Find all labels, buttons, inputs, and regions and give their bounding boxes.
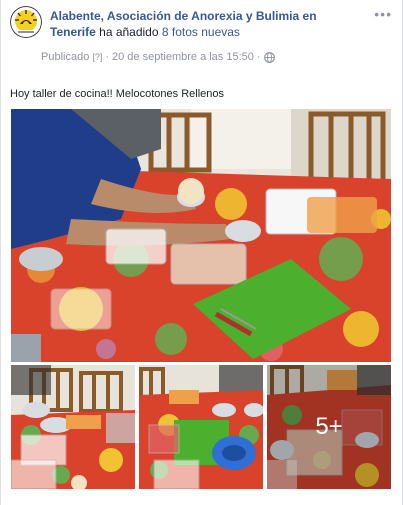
main-photo[interactable] (11, 109, 391, 362)
thumbnail-photo[interactable] (139, 365, 263, 489)
new-photos-link[interactable]: 8 fotos nuevas (162, 25, 240, 39)
action-verb: ha añadido (99, 25, 159, 39)
page-avatar[interactable] (10, 6, 42, 38)
post-caption: Hoy taller de cocina!! Melocotones Relle… (10, 88, 225, 100)
help-link[interactable]: [?] (92, 50, 102, 64)
logo-icon (10, 6, 42, 38)
facebook-post: Alabente, Asociación de Anorexia y Bulim… (0, 0, 403, 505)
thumbnail-photo[interactable] (11, 365, 135, 489)
meta-separator: · (256, 51, 261, 63)
more-photos-overlay[interactable]: 5+ (267, 365, 391, 489)
post-options-button[interactable]: ••• (374, 6, 392, 22)
globe-icon[interactable] (263, 51, 275, 63)
thumbnail-photo-more[interactable]: 5+ (267, 365, 391, 489)
published-label: Publicado (41, 51, 90, 63)
meta-separator: · (105, 51, 110, 63)
post-timestamp[interactable]: 20 de septiembre a las 15:50 (112, 50, 254, 64)
post-title: Alabente, Asociación de Anorexia y Bulim… (50, 8, 350, 40)
more-photos-count: 5+ (315, 413, 343, 440)
post-meta: Publicado [?] · 20 de septiembre a las 1… (41, 50, 275, 64)
